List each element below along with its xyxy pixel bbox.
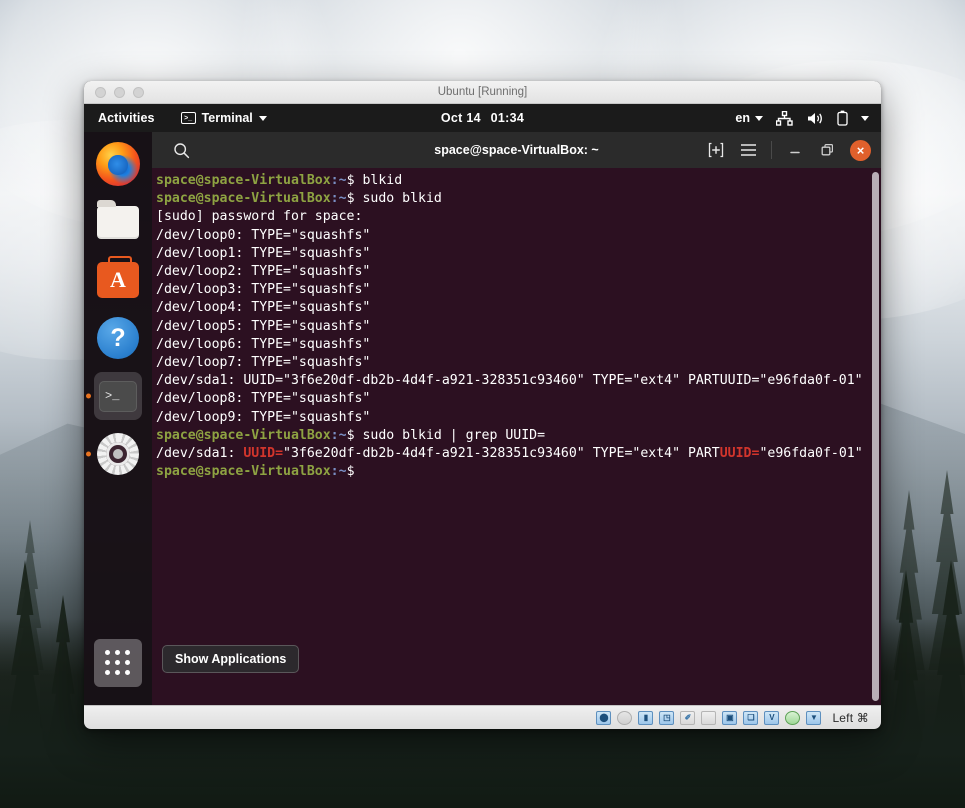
display-icon[interactable]: ▣ — [722, 710, 738, 725]
close-button[interactable]: × — [850, 139, 871, 161]
minimize-icon — [790, 151, 800, 154]
running-indicator — [86, 451, 91, 457]
ubuntu-desktop: A ? >_ Show Applications space@space-Vir… — [84, 132, 881, 705]
terminal-header: space@space-VirtualBox: ~ × — [152, 132, 881, 168]
terminal-line: /dev/sda1: UUID="3f6e20df-db2b-4d4f-a921… — [156, 373, 863, 389]
menu-button[interactable] — [733, 136, 763, 164]
minimize-button[interactable] — [780, 136, 810, 164]
header-separator — [771, 141, 772, 159]
optical-disk-icon[interactable] — [617, 710, 633, 725]
terminal-line: /dev/loop4: TYPE="squashfs" — [156, 300, 371, 316]
terminal-line: space@space-VirtualBox:~$ — [156, 464, 355, 480]
virtualbox-status-bar: ⬤ ▮ ◳ ✐ ▣ ❏ V ▼ Left ⌘ — [84, 705, 881, 729]
terminal-line: /dev/loop8: TYPE="squashfs" — [156, 391, 371, 407]
terminal-line: /dev/loop3: TYPE="squashfs" — [156, 282, 371, 298]
clock-time: 01:34 — [490, 111, 525, 125]
chevron-down-icon[interactable] — [861, 115, 869, 121]
software-icon: A — [97, 256, 139, 298]
terminal-icon: >_ — [99, 380, 137, 412]
terminal-line: /dev/loop0: TYPE="squashfs" — [156, 227, 371, 243]
new-tab-button[interactable] — [701, 136, 731, 164]
terminal-line: space@space-VirtualBox:~$ sudo blkid | g… — [156, 427, 546, 443]
terminal-line: /dev/loop6: TYPE="squashfs" — [156, 336, 371, 352]
terminal-scrollbar[interactable] — [870, 168, 881, 705]
dock-item-files[interactable] — [94, 198, 142, 246]
activities-button[interactable]: Activities — [98, 111, 155, 125]
keyboard-layout-label: en — [735, 111, 750, 125]
mouse-icon[interactable] — [785, 710, 801, 725]
dock-item-terminal[interactable]: >_ — [86, 372, 142, 420]
terminal-body[interactable]: space@space-VirtualBox:~$ blkid space@spa… — [152, 168, 881, 705]
virtualbox-icon[interactable]: V — [764, 710, 780, 725]
ubuntu-dock: A ? >_ Show Applications — [84, 132, 300, 705]
show-applications-button[interactable] — [94, 639, 142, 687]
terminal-output[interactable]: space@space-VirtualBox:~$ blkid space@spa… — [152, 168, 870, 705]
network-icon[interactable] — [776, 110, 793, 126]
keyboard-layout-menu[interactable]: en — [735, 111, 763, 125]
system-tray: en — [735, 110, 869, 126]
terminal-line: /dev/loop7: TYPE="squashfs" — [156, 355, 371, 371]
host-key-label: Left ⌘ — [832, 710, 869, 725]
maximize-icon — [821, 143, 833, 155]
volume-icon[interactable] — [806, 111, 824, 126]
terminal-line: [sudo] password for space: — [156, 209, 363, 225]
terminal-line: /dev/loop1: TYPE="squashfs" — [156, 245, 371, 261]
usb-icon[interactable]: ✐ — [680, 710, 696, 725]
terminal-header-buttons: × — [701, 136, 875, 164]
chevron-down-icon — [755, 115, 763, 121]
window-minimize-button[interactable] — [114, 86, 125, 98]
terminal-line: /dev/loop5: TYPE="squashfs" — [156, 318, 371, 334]
hamburger-menu-icon — [740, 144, 756, 156]
dock-item-settings[interactable] — [86, 430, 142, 478]
battery-icon[interactable] — [837, 110, 848, 126]
gear-icon — [97, 433, 139, 475]
running-indicator — [86, 393, 91, 399]
host-window-title: Ubuntu [Running] — [437, 86, 528, 98]
app-menu-terminal[interactable]: >_ Terminal — [180, 111, 267, 125]
app-menu-label: Terminal — [201, 111, 253, 125]
hard-disk-icon[interactable]: ⬤ — [596, 710, 612, 725]
virtualbox-window: Ubuntu [Running] Activities >_ Terminal … — [84, 81, 881, 729]
terminal-line: /dev/loop2: TYPE="squashfs" — [156, 264, 371, 280]
recording-icon[interactable]: ❏ — [743, 710, 759, 725]
folder-icon — [97, 199, 139, 239]
firefox-icon — [96, 142, 140, 186]
dock-item-firefox[interactable] — [94, 140, 142, 188]
search-button[interactable] — [166, 136, 196, 164]
new-tab-icon — [708, 142, 724, 158]
help-icon: ? — [97, 317, 139, 359]
dock-item-software[interactable]: A — [94, 256, 142, 304]
keyboard-icon[interactable]: ▼ — [806, 710, 822, 725]
search-icon — [173, 142, 189, 158]
terminal-line: /dev/loop9: TYPE="squashfs" — [156, 409, 371, 425]
shared-folder-icon[interactable] — [701, 710, 717, 725]
vm-screen: Activities >_ Terminal Oct 14 01:34 en A… — [84, 104, 881, 729]
window-zoom-button[interactable] — [133, 86, 144, 98]
terminal-window: space@space-VirtualBox: ~ × space@space-… — [152, 132, 881, 705]
terminal-icon: >_ — [180, 112, 196, 124]
desktop-wallpaper: Ubuntu [Running] Activities >_ Terminal … — [0, 0, 965, 808]
gnome-top-bar: Activities >_ Terminal Oct 14 01:34 en — [84, 104, 881, 132]
terminal-line: space@space-VirtualBox:~$ blkid — [156, 173, 403, 188]
floppy-icon[interactable]: ▮ — [638, 710, 654, 725]
window-close-button[interactable] — [95, 86, 106, 98]
terminal-line: /dev/sda1: UUID="3f6e20df-db2b-4d4f-a921… — [156, 446, 863, 462]
dock-item-help[interactable]: ? — [94, 314, 142, 362]
maximize-button[interactable] — [812, 136, 842, 164]
terminal-line: space@space-VirtualBox:~$ sudo blkid — [156, 191, 442, 207]
clock-date: Oct 14 — [440, 111, 481, 125]
host-window-titlebar[interactable]: Ubuntu [Running] — [84, 81, 881, 104]
network-icon[interactable]: ◳ — [659, 710, 675, 725]
chevron-down-icon — [258, 115, 267, 121]
show-applications-tooltip: Show Applications — [162, 645, 300, 673]
